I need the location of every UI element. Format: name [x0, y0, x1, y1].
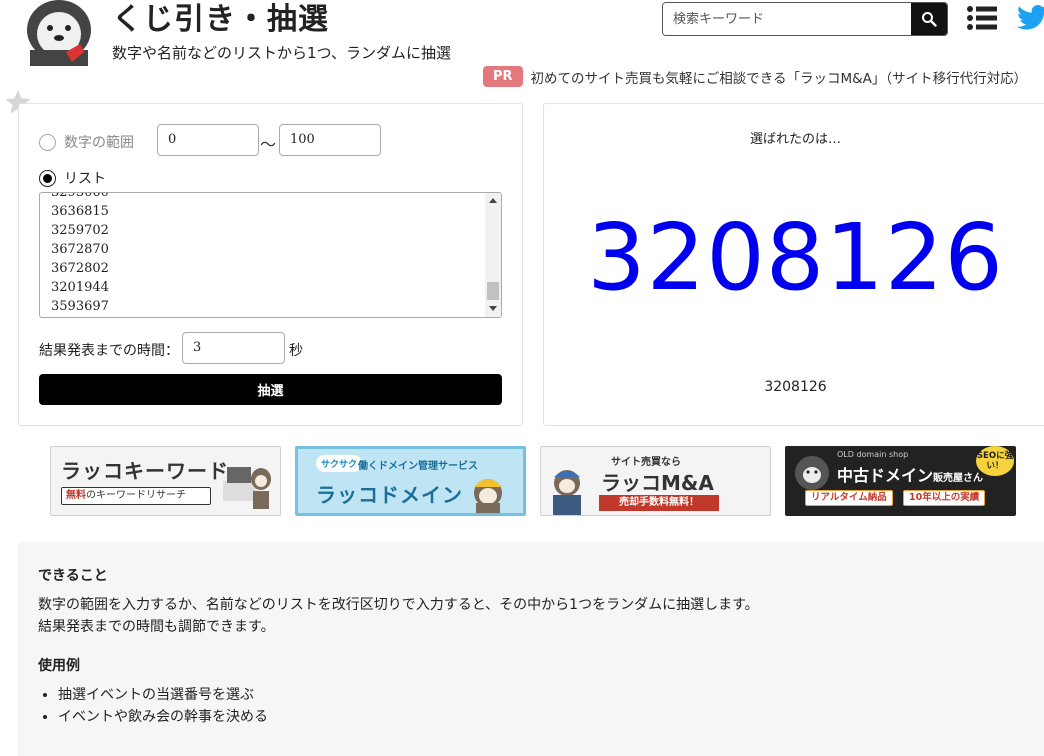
banner-rakko-keyword[interactable]: ラッコキーワード 無料のキーワードリサーチ: [50, 446, 281, 516]
range-label: 数字の範囲: [64, 135, 134, 151]
banner-pretitle: サイト売買なら: [611, 457, 681, 468]
banner-tagline: 働くドメイン管理サービス: [358, 461, 478, 472]
description-section: できること 数字の範囲を入力するか、名前などのリストを改行区切りで入力すると、そ…: [18, 542, 1044, 756]
list-line: 3636815: [51, 204, 109, 219]
range-option[interactable]: 数字の範囲: [39, 132, 134, 152]
scroll-thumb[interactable]: [487, 282, 499, 300]
banner-ribbon: 売却手数料無料！: [599, 495, 719, 511]
list-label: リスト: [64, 171, 106, 187]
pr-ad[interactable]: PR 初めてのサイト売買も気軽にご相談できる「ラッコM&A」（サイト移行代行対応…: [483, 66, 1027, 87]
scroll-up-arrow-icon[interactable]: [489, 198, 497, 203]
list-radio[interactable]: [39, 169, 56, 187]
list-line: 3259702: [51, 223, 109, 238]
range-to-input[interactable]: 100: [279, 124, 381, 156]
section-heading-features: できること: [38, 568, 108, 584]
list-textarea[interactable]: 3293060 3636815 3259702 3672870 3672802 32019…: [39, 192, 502, 318]
otter-emblem-icon: [795, 456, 829, 490]
search-bar: [662, 2, 948, 36]
scroll-down-arrow-icon[interactable]: [489, 306, 497, 311]
pr-badge: PR: [483, 66, 523, 87]
result-value: 3208126: [587, 204, 1004, 311]
list-item: 抽選イベントの当選番号を選ぶ: [58, 684, 268, 706]
banner-rakko-ma[interactable]: サイト売買なら ラッコM&A 売却手数料無料！: [540, 446, 771, 516]
time-label: 結果発表までの時間：: [39, 343, 179, 359]
description-text-1: 数字の範囲を入力するか、名前などのリストを改行区切りで入力すると、その中から1つ…: [38, 597, 759, 613]
otter-at-desk-illustration: [223, 467, 271, 509]
search-button[interactable]: [911, 3, 947, 35]
hamburger-menu-icon[interactable]: [966, 4, 998, 32]
range-tilde: 〜: [260, 135, 277, 154]
range-radio[interactable]: [39, 133, 56, 151]
list-line: 3672802: [51, 261, 109, 276]
banner-seo-badge: SEOに強い！: [976, 446, 1014, 476]
banner-title: ラッコキーワード: [61, 459, 229, 483]
search-icon: [922, 12, 937, 27]
banner-title: ラッコドメイン: [316, 483, 463, 507]
banner-subtitle: 無料のキーワードリサーチ: [61, 487, 211, 505]
banner-title-main: 中古ドメイン: [837, 466, 934, 485]
time-unit: 秒: [289, 343, 303, 359]
banner-title: ラッコM&A: [601, 471, 714, 495]
draw-button[interactable]: 抽選: [39, 374, 502, 405]
search-input[interactable]: [663, 3, 911, 35]
banner-small-text: OLD domain shop: [837, 450, 909, 459]
time-input[interactable]: 3: [182, 332, 285, 364]
examples-list: 抽選イベントの当選番号を選ぶ イベントや飲み会の幹事を決める: [58, 684, 268, 728]
banner-pill-years: 10年以上の実績: [903, 490, 986, 506]
twitter-icon[interactable]: [1016, 4, 1044, 32]
banner-subtitle-rest: のキーワードリサーチ: [86, 490, 186, 501]
list-scrollbar[interactable]: [485, 193, 501, 317]
list-line: 3293060: [51, 192, 109, 200]
banner-tag: サクサク: [316, 455, 363, 472]
list-item: イベントや飲み会の幹事を決める: [58, 706, 268, 728]
list-line: 3672870: [51, 242, 109, 257]
result-value-small: 3208126: [764, 379, 827, 395]
otter-with-helmet-illustration: [474, 479, 502, 513]
banner-title: 中古ドメイン販売屋さん: [837, 462, 983, 486]
banner-pill-realtime: リアルタイム納品: [805, 490, 893, 506]
result-label: 選ばれたのは…: [749, 132, 841, 147]
banner-rakko-domain[interactable]: サクサク 働くドメイン管理サービス ラッコドメイン: [295, 446, 526, 516]
result-panel: 選ばれたのは… 3208126 3208126: [543, 103, 1044, 426]
range-from-input[interactable]: 0: [157, 124, 259, 156]
banner-chuko-domain[interactable]: OLD domain shop 中古ドメイン販売屋さん リアルタイム納品 10年…: [785, 446, 1016, 516]
page-subtitle: 数字や名前などのリストから1つ、ランダムに抽選: [112, 44, 451, 62]
pr-link[interactable]: 初めてのサイト売買も気軽にご相談できる「ラッコM&A」（サイト移行代行対応）: [531, 67, 1028, 87]
otter-with-cap-illustration: [553, 470, 581, 515]
list-option[interactable]: リスト: [39, 168, 106, 188]
description-text-2: 結果発表までの時間も調節できます。: [38, 619, 275, 635]
banner-title-sub: 販売屋さん: [933, 473, 984, 484]
rakko-logo[interactable]: [22, 0, 96, 66]
list-line: 3201944: [51, 280, 109, 295]
page-title: くじ引き・抽選: [112, 2, 329, 37]
banner-highlight: 無料: [66, 490, 86, 501]
list-lines: 3293060 3636815 3259702 3672870 3672802 32019…: [51, 192, 109, 316]
draw-settings-panel: 数字の範囲 0 〜 100 リスト 3293060 3636815 3259702 3…: [18, 103, 523, 426]
section-heading-examples: 使用例: [38, 658, 80, 674]
list-line: 3593697: [51, 299, 109, 314]
